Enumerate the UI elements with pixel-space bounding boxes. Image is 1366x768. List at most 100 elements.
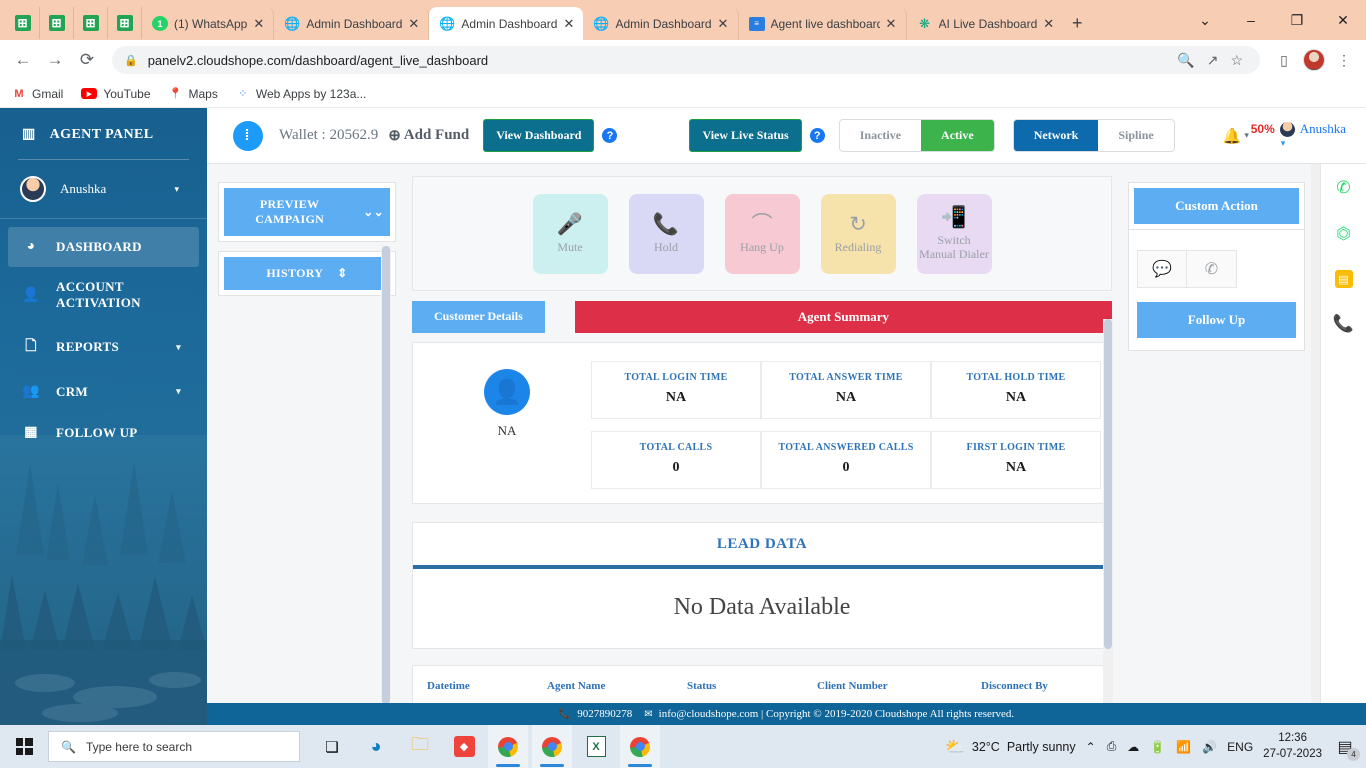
tab-close-icon[interactable]: ✕	[253, 17, 265, 30]
tab-customer-details[interactable]: Customer Details	[412, 301, 545, 333]
task-view-icon[interactable]: ❏	[312, 725, 352, 768]
chevron-down-icon[interactable]: ▾	[1281, 139, 1286, 149]
add-fund-button[interactable]: ⊕ Add Fund	[388, 126, 469, 145]
network-toggle[interactable]: Network Sipline	[1013, 119, 1175, 152]
wifi-icon[interactable]: 📶	[1176, 740, 1191, 754]
page-scrollbar[interactable]	[1311, 164, 1320, 725]
tab-close-icon[interactable]: ✕	[1043, 17, 1055, 30]
tab-close-icon[interactable]: ✕	[886, 17, 898, 30]
forward-icon[interactable]: →	[40, 45, 70, 75]
bookmark-webapps[interactable]: ⁘ Web Apps by 123a...	[236, 87, 367, 101]
browser-tab-ai-live[interactable]: ❋ AI Live Dashboard ✕	[907, 7, 1064, 40]
tab-close-icon[interactable]: ✕	[408, 17, 420, 30]
close-button[interactable]: ✕	[1320, 0, 1366, 40]
mute-button[interactable]: 🎤 Mute	[533, 194, 608, 274]
custom-action-button[interactable]: Custom Action	[1134, 188, 1299, 224]
back-icon[interactable]: ←	[8, 45, 38, 75]
whatsapp-icon[interactable]: ✆	[1187, 250, 1237, 288]
network-toggle-sipline[interactable]: Sipline	[1098, 120, 1173, 151]
hold-button[interactable]: 📞 Hold	[629, 194, 704, 274]
chevron-down-icon[interactable]: ▾	[174, 184, 179, 195]
pinned-tab-2[interactable]: ⊞	[40, 7, 74, 39]
preview-campaign-button[interactable]: PREVIEW CAMPAIGN ⌄⌄	[224, 188, 390, 236]
profile-avatar[interactable]	[1300, 46, 1328, 74]
bookmark-gmail[interactable]: M Gmail	[12, 87, 63, 101]
weather-widget[interactable]: ⛅ 32°C Partly sunny	[945, 737, 1076, 757]
sidebar-item-dashboard[interactable]: ◕ DASHBOARD	[8, 227, 199, 267]
status-toggle-active[interactable]: Active	[921, 120, 994, 151]
chrome-icon-1[interactable]	[488, 725, 528, 768]
history-button[interactable]: HISTORY ⇕	[224, 257, 390, 290]
search-icon[interactable]: 🔍	[1172, 52, 1199, 69]
help-icon[interactable]: ?	[810, 128, 825, 143]
chevron-down-icon[interactable]: ▾	[176, 342, 181, 353]
android-icon[interactable]: ⏣	[1336, 224, 1351, 244]
tab-search-icon[interactable]: ⌄	[1182, 0, 1228, 40]
redialing-button[interactable]: ↻ Redialing	[821, 194, 896, 274]
pinned-tab-4[interactable]: ⊞	[108, 7, 142, 39]
edge-icon[interactable]: ◕	[356, 725, 396, 768]
bookmark-star-icon[interactable]: ☆	[1225, 52, 1248, 69]
hangup-button[interactable]: ⌒ Hang Up	[725, 194, 800, 274]
browser-tab-whatsapp[interactable]: 1 (1) WhatsApp ✕	[142, 7, 274, 40]
help-icon[interactable]: ?	[602, 128, 617, 143]
follow-up-button[interactable]: Follow Up	[1137, 302, 1296, 338]
language-indicator[interactable]: ENG	[1227, 740, 1253, 754]
browser-tab-admin-2-active[interactable]: 🌐 Admin Dashboard ✕	[429, 7, 583, 40]
chevron-down-icon[interactable]: ▾	[176, 386, 181, 397]
maximize-button[interactable]: ❐	[1274, 0, 1320, 40]
browser-tab-agent-live[interactable]: ≡ Agent live dashboard ✕	[739, 7, 907, 40]
reload-icon[interactable]: ⟳	[72, 45, 102, 75]
cloud-icon[interactable]: ☁	[1127, 740, 1139, 754]
browser-tab-admin-1[interactable]: 🌐 Admin Dashboard ✕	[274, 7, 429, 40]
view-live-status-button[interactable]: View Live Status	[689, 119, 801, 152]
share-icon[interactable]: ↗	[1202, 52, 1224, 69]
pinned-tab-3[interactable]: ⊞	[74, 7, 108, 39]
chevron-down-icon[interactable]: ▾	[1244, 130, 1249, 141]
phone-icon[interactable]: 📞	[1333, 314, 1354, 334]
onedrive-sync-icon[interactable]: ⎙	[1107, 739, 1117, 754]
minimize-button[interactable]: –	[1228, 0, 1274, 40]
chrome-menu-icon[interactable]: ⋮	[1330, 46, 1358, 74]
chrome-icon-2[interactable]	[532, 725, 572, 768]
info-vertical-icon[interactable]: ⁞	[233, 121, 263, 151]
bookmark-maps[interactable]: 📍 Maps	[169, 87, 218, 101]
scrollbar-thumb[interactable]	[382, 246, 390, 704]
bookmark-youtube[interactable]: ▶ YouTube	[81, 87, 150, 101]
address-bar[interactable]: 🔒 panelv2.cloudshope.com/dashboard/agent…	[112, 46, 1260, 74]
notifications-bell[interactable]: 🔔 ▾	[1223, 127, 1249, 145]
left-panel-scrollbar[interactable]	[381, 246, 391, 725]
browser-tab-admin-3[interactable]: 🌐 Admin Dashboard ✕	[583, 7, 738, 40]
notification-icon[interactable]: ▤ 4	[1332, 734, 1358, 760]
anydesk-icon[interactable]: ◆	[444, 725, 484, 768]
status-toggle[interactable]: Inactive Active	[839, 119, 995, 152]
switch-manual-dialer-button[interactable]: 📲 Switch Manual Dialer	[917, 194, 992, 274]
chevron-up-icon[interactable]: ⌃	[1086, 740, 1096, 754]
sidebar-item-follow-up[interactable]: ▦ FOLLOW UP	[0, 412, 207, 453]
sidebar-item-reports[interactable]: 🗋 REPORTS ▾	[0, 323, 207, 371]
sidebar-item-account-activation[interactable]: 👤 ACCOUNT ACTIVATION	[0, 267, 207, 323]
excel-icon[interactable]: X	[576, 725, 616, 768]
file-explorer-icon[interactable]: 🗀	[400, 725, 440, 768]
network-toggle-network[interactable]: Network	[1014, 120, 1099, 151]
windows-start-icon[interactable]	[0, 725, 48, 768]
status-toggle-inactive[interactable]: Inactive	[840, 120, 921, 151]
clock[interactable]: 12:36 27-07-2023	[1263, 731, 1322, 762]
chat-bubbles-icon[interactable]: 💬	[1137, 250, 1187, 288]
tab-agent-summary[interactable]: Agent Summary	[575, 301, 1112, 333]
tab-close-icon[interactable]: ✕	[718, 17, 730, 30]
sidebar-item-crm[interactable]: 👥 CRM ▾	[0, 371, 207, 412]
main-content-scrollbar[interactable]	[1103, 319, 1113, 724]
taskbar-search-input[interactable]: 🔍 Type here to search	[48, 731, 300, 762]
account-menu[interactable]: 50% Anushka ▾	[1251, 122, 1346, 149]
new-tab-button[interactable]: +	[1063, 9, 1091, 37]
sidebar-user[interactable]: Anushka ▾	[0, 160, 207, 218]
notes-icon[interactable]: ▤	[1335, 270, 1353, 288]
sidepanel-icon[interactable]: ▯	[1270, 46, 1298, 74]
volume-icon[interactable]: 🔊	[1202, 740, 1217, 754]
whatsapp-icon[interactable]: ✆	[1336, 178, 1350, 198]
battery-icon[interactable]: 🔋	[1150, 740, 1165, 754]
view-dashboard-button[interactable]: View Dashboard	[483, 119, 594, 152]
chrome-icon-3[interactable]	[620, 725, 660, 768]
pinned-tab-1[interactable]: ⊞	[6, 7, 40, 39]
